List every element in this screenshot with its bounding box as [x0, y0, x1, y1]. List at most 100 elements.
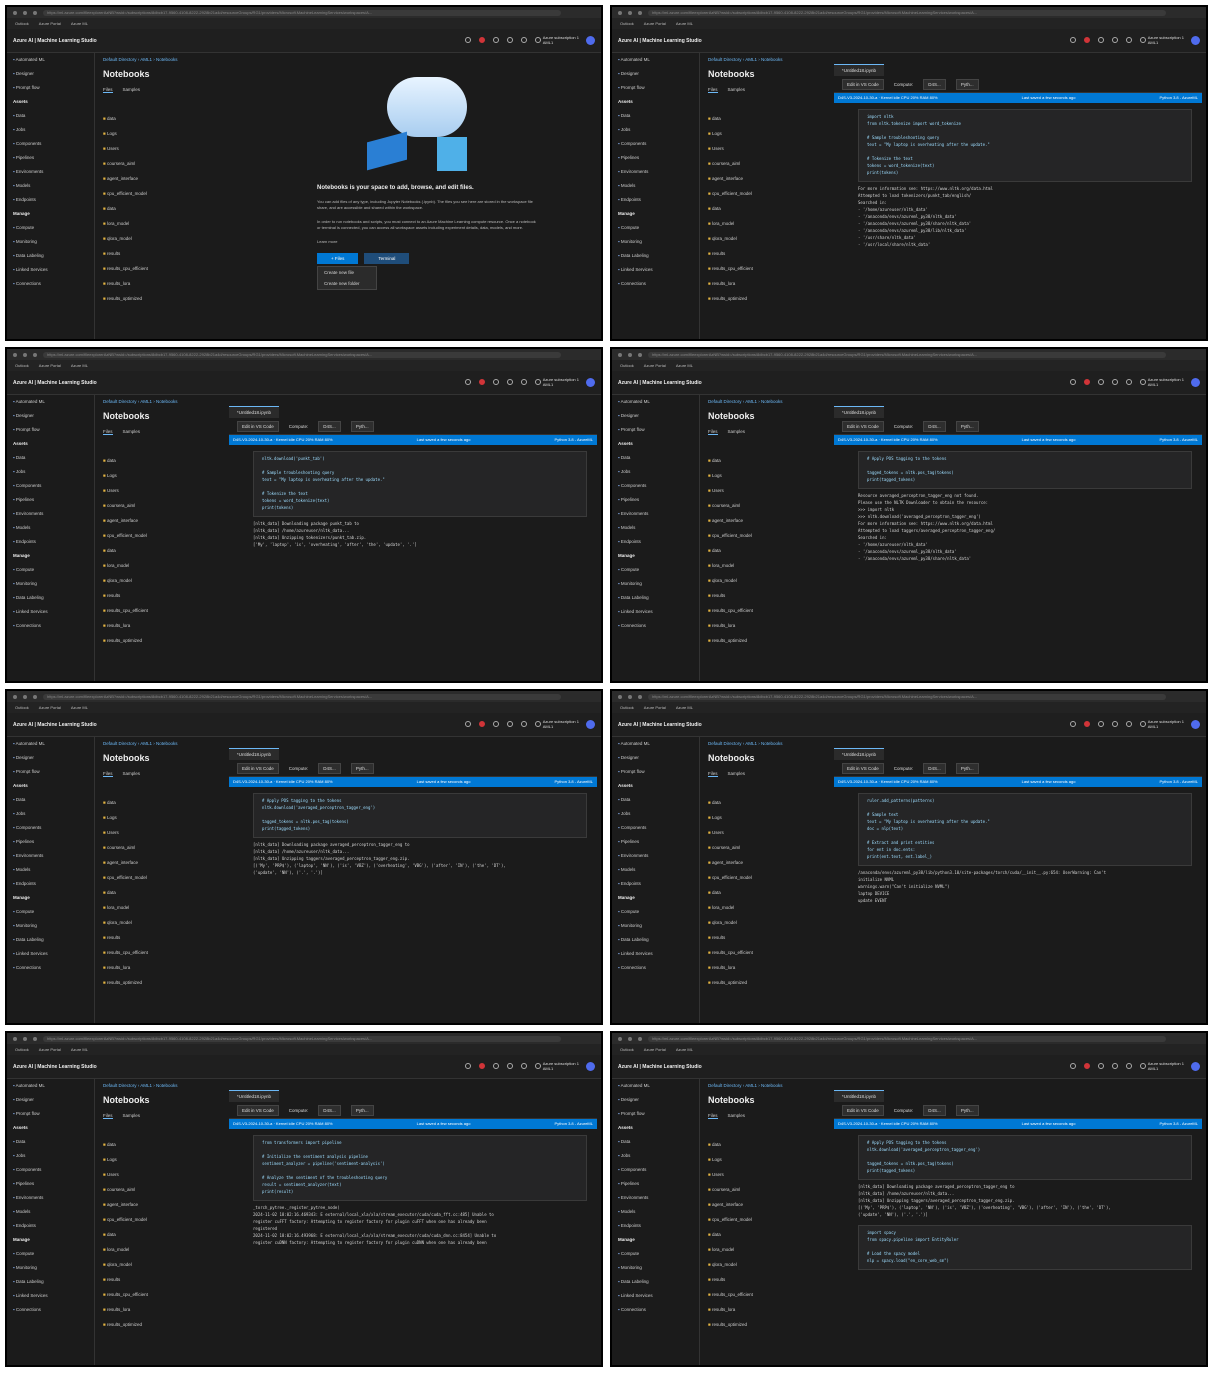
nav-item[interactable]: Data Labeling: [7, 933, 94, 947]
feedback-icon[interactable]: [1112, 37, 1118, 43]
tree-folder[interactable]: Users: [708, 141, 828, 156]
tree-folder[interactable]: results_cpu_efficient: [103, 1287, 223, 1302]
nav-arrow-icon[interactable]: [618, 1036, 622, 1041]
nav-item[interactable]: Environments: [612, 849, 699, 863]
breadcrumb-item[interactable]: Notebooks: [156, 1083, 178, 1088]
nav-arrow-icon[interactable]: [23, 352, 27, 357]
tree-folder[interactable]: results_cpu_efficient: [103, 603, 223, 618]
nav-item[interactable]: Prompt flow: [7, 1107, 94, 1121]
nav-item[interactable]: Pipelines: [7, 1177, 94, 1191]
tree-folder[interactable]: coursera_aiml: [708, 840, 828, 855]
nav-item[interactable]: Components: [7, 137, 94, 151]
nav-arrow-icon[interactable]: [628, 1036, 632, 1041]
code-cell[interactable]: import spacy from spacy.pipeline import E…: [858, 1225, 1192, 1270]
nav-item[interactable]: Prompt flow: [7, 765, 94, 779]
nav-arrow-icon[interactable]: [638, 694, 642, 699]
nav-item[interactable]: Components: [612, 137, 699, 151]
nav-item[interactable]: Data: [612, 793, 699, 807]
tree-folder[interactable]: cpu_efficient_model: [103, 186, 223, 201]
bookmark[interactable]: Azure ML: [676, 705, 693, 710]
nav-item[interactable]: Connections: [7, 961, 94, 975]
nav-item[interactable]: Designer: [7, 751, 94, 765]
bookmark[interactable]: Azure ML: [676, 363, 693, 368]
tree-folder[interactable]: agent_interface: [103, 1197, 223, 1212]
notebook-tab[interactable]: *Untitled18.ipynb: [834, 1090, 885, 1102]
kernel-select[interactable]: Pyth...: [350, 1105, 374, 1116]
nav-item[interactable]: Endpoints: [7, 1219, 94, 1233]
tree-folder[interactable]: lora_model: [708, 216, 828, 231]
nav-item[interactable]: Prompt flow: [612, 765, 699, 779]
code-cell[interactable]: from transformers import pipeline # Initi…: [253, 1135, 587, 1201]
nav-item[interactable]: Compute: [612, 1247, 699, 1261]
nav-item[interactable]: Connections: [7, 277, 94, 291]
tree-folder[interactable]: results_optimized: [103, 975, 223, 990]
help-icon[interactable]: [521, 379, 527, 385]
nav-arrow-icon[interactable]: [618, 352, 622, 357]
nav-item[interactable]: Prompt flow: [612, 81, 699, 95]
nav-item[interactable]: Automated ML: [612, 1079, 699, 1093]
gear-icon[interactable]: [1098, 1063, 1104, 1069]
breadcrumb-item[interactable]: AML1: [140, 57, 152, 62]
smiley-icon[interactable]: [535, 37, 541, 43]
tab[interactable]: Samples: [728, 771, 746, 777]
url-bar[interactable]: https://ml.azure.com/fileexplorerAzNB?ws…: [43, 693, 561, 700]
compute-select[interactable]: D4S...: [318, 1105, 341, 1116]
nav-item[interactable]: Models: [7, 1205, 94, 1219]
tree-folder[interactable]: cpu_efficient_model: [103, 528, 223, 543]
tree-folder[interactable]: results_lora: [103, 618, 223, 633]
nav-item[interactable]: Designer: [612, 751, 699, 765]
url-bar[interactable]: https://ml.azure.com/fileexplorerAzNB?ws…: [43, 1035, 561, 1042]
bookmark[interactable]: Azure Portal: [39, 705, 61, 710]
smiley-icon[interactable]: [535, 379, 541, 385]
tree-folder[interactable]: Logs: [103, 810, 223, 825]
nav-arrow-icon[interactable]: [618, 10, 622, 15]
history-icon[interactable]: [1070, 1063, 1076, 1069]
tab[interactable]: Files: [103, 87, 113, 93]
compute-select[interactable]: D4S...: [923, 1105, 946, 1116]
tree-folder[interactable]: coursera_aiml: [103, 1182, 223, 1197]
url-bar[interactable]: https://ml.azure.com/fileexplorerAzNB?ws…: [43, 9, 561, 16]
tree-folder[interactable]: results_lora: [708, 618, 828, 633]
tree-folder[interactable]: coursera_aiml: [103, 156, 223, 171]
tree-folder[interactable]: results_optimized: [708, 291, 828, 306]
tree-folder[interactable]: qlora_model: [708, 1257, 828, 1272]
avatar[interactable]: [1191, 36, 1200, 45]
tree-folder[interactable]: results_lora: [708, 276, 828, 291]
bookmark[interactable]: Azure Portal: [644, 363, 666, 368]
kernel-select[interactable]: Pyth...: [955, 1105, 979, 1116]
nav-item[interactable]: Jobs: [612, 807, 699, 821]
gear-icon[interactable]: [493, 379, 499, 385]
nav-item[interactable]: Data: [7, 451, 94, 465]
nav-item[interactable]: Components: [612, 479, 699, 493]
help-icon[interactable]: [521, 1063, 527, 1069]
kernel-select[interactable]: Pyth...: [350, 763, 374, 774]
breadcrumb-item[interactable]: Default Directory: [103, 399, 137, 404]
tree-folder[interactable]: cpu_efficient_model: [708, 186, 828, 201]
nav-item[interactable]: Environments: [612, 1191, 699, 1205]
kernel-select[interactable]: Pyth...: [955, 763, 979, 774]
nav-item[interactable]: Data Labeling: [612, 249, 699, 263]
tree-folder[interactable]: results_optimized: [708, 633, 828, 648]
gear-icon[interactable]: [1098, 37, 1104, 43]
tree-folder[interactable]: results_optimized: [103, 291, 223, 306]
nav-item[interactable]: Components: [7, 479, 94, 493]
tree-folder[interactable]: Logs: [708, 810, 828, 825]
tree-folder[interactable]: cpu_efficient_model: [708, 1212, 828, 1227]
bookmark[interactable]: Outlook: [15, 705, 29, 710]
breadcrumb-item[interactable]: AML1: [745, 1083, 757, 1088]
nav-item[interactable]: Pipelines: [7, 151, 94, 165]
nav-item[interactable]: Connections: [612, 619, 699, 633]
tree-folder[interactable]: results_cpu_efficient: [708, 261, 828, 276]
code-cell[interactable]: ruler.add_patterns(patterns) # Sample tex…: [858, 793, 1192, 866]
tree-folder[interactable]: lora_model: [103, 216, 223, 231]
nav-arrow-icon[interactable]: [33, 10, 37, 15]
nav-item[interactable]: Environments: [612, 507, 699, 521]
nav-item[interactable]: Monitoring: [612, 1261, 699, 1275]
feedback-icon[interactable]: [1112, 379, 1118, 385]
nav-item[interactable]: Jobs: [7, 123, 94, 137]
subscription-picker[interactable]: Azure subscription 1 AML1: [543, 377, 579, 387]
nav-item[interactable]: Models: [612, 521, 699, 535]
tree-folder[interactable]: coursera_aiml: [708, 156, 828, 171]
compute-select[interactable]: D4S...: [923, 421, 946, 432]
tree-folder[interactable]: data: [103, 1137, 223, 1152]
